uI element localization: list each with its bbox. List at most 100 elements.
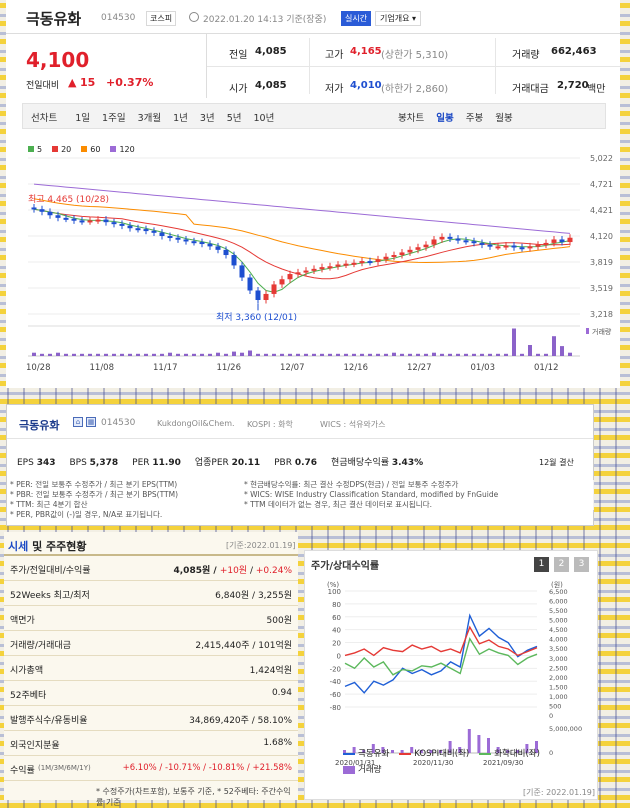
row-label: 52주베타 bbox=[10, 691, 47, 701]
y-tick-label: 3,519 bbox=[590, 284, 613, 293]
candle bbox=[471, 241, 477, 244]
metric-key: 업종PER bbox=[194, 458, 232, 468]
candle bbox=[231, 255, 237, 266]
candle bbox=[47, 211, 53, 216]
row-value: +6.10% / -10.71% / -10.81% / +21.58% bbox=[122, 763, 292, 773]
candle bbox=[359, 261, 365, 264]
candle bbox=[55, 215, 61, 218]
candle bbox=[567, 237, 573, 243]
chart-type-tab[interactable]: 월봉 bbox=[495, 113, 512, 124]
metric-key: PBR bbox=[274, 458, 295, 468]
note-right: * 현금배당수익률: 최근 결산 수정DPS(현금) / 전일 보통주 수정주가 bbox=[244, 480, 459, 489]
right-tick: 4,000 bbox=[549, 636, 568, 644]
candle bbox=[183, 239, 189, 242]
volume-bar bbox=[472, 353, 476, 356]
chart-tab-bar: 선차트 1일 1주일 3개월 1년 3년 5년 10년 봉차트 일봉 주봉 월봉 bbox=[22, 103, 606, 129]
volume-bar bbox=[96, 353, 100, 356]
volume-bar bbox=[560, 346, 564, 356]
row-value: 34,869,420주 / 58.10% bbox=[189, 716, 292, 726]
table-row: 거래량/거래대금 2,415,440주 / 101억원 bbox=[4, 631, 298, 656]
volume-bar bbox=[256, 353, 260, 356]
row-label: 외국인지분율 bbox=[10, 741, 60, 751]
prev-value: 4,085 bbox=[255, 46, 287, 57]
volume-bar bbox=[104, 353, 108, 356]
note-right: * TTM 데이터가 없는 경우, 최근 결산 데이터로 표시됩니다. bbox=[244, 500, 432, 509]
period-tab[interactable]: 1년 bbox=[173, 113, 188, 124]
right-tick: 3,000 bbox=[549, 655, 568, 663]
row-label: 주가/전일대비/수익률 bbox=[10, 566, 91, 576]
volume-bar bbox=[168, 352, 172, 356]
volume-bar bbox=[320, 353, 324, 356]
volume-bar bbox=[136, 353, 140, 356]
rel-tab[interactable]: 3 bbox=[574, 557, 589, 572]
x-tick-label: 11/26 bbox=[217, 363, 242, 373]
open-label: 시가 bbox=[229, 84, 248, 95]
right-tick: 5,500 bbox=[549, 607, 568, 615]
right-tick: 4,500 bbox=[549, 626, 568, 634]
period-tab[interactable]: 10년 bbox=[253, 113, 274, 124]
volume-bar bbox=[184, 353, 188, 356]
candle bbox=[335, 264, 341, 267]
period-tab[interactable]: 선차트 bbox=[31, 113, 57, 124]
candle bbox=[111, 222, 117, 225]
period-tab[interactable]: 1주일 bbox=[102, 113, 126, 124]
metric-key: 현금배당수익률 bbox=[331, 458, 392, 468]
rel-tab[interactable]: 2 bbox=[554, 557, 569, 572]
rel-legend-swatch bbox=[343, 765, 355, 774]
change-label: 전일대비 bbox=[26, 81, 60, 91]
chart-type-tab[interactable]: 일봉 bbox=[436, 113, 453, 124]
row-value: 1.68% bbox=[263, 738, 292, 748]
candle bbox=[447, 236, 453, 239]
clock-icon bbox=[189, 12, 199, 22]
candle bbox=[39, 209, 45, 212]
rel-tab[interactable]: 1 bbox=[534, 557, 549, 572]
company-name: 극동유화 bbox=[19, 419, 60, 432]
metric-key: EPS bbox=[17, 458, 37, 468]
right-tick: 2,000 bbox=[549, 674, 568, 682]
metrics-row: EPS 343 BPS 5,378 PER 11.90 업종PER 20.11 PBR … bbox=[17, 455, 437, 468]
volume-bar bbox=[160, 353, 164, 356]
volume-bar bbox=[448, 353, 452, 356]
company-wics: WICS : 석유와가스 bbox=[320, 420, 386, 429]
volume-bar bbox=[568, 352, 572, 356]
stock-header: 극동유화 014530 코스피 2022.01.20 14:13 기준(장중) … bbox=[6, 0, 620, 34]
realtime-badge[interactable]: 실시간 bbox=[341, 11, 372, 26]
x-tick-label: 01/03 bbox=[471, 363, 496, 373]
x-tick-label: 12/16 bbox=[344, 363, 369, 373]
table-row: 52Weeks 최고/최저 6,840원 / 3,255원 bbox=[4, 581, 298, 606]
chart-type-tab[interactable]: 주봉 bbox=[466, 113, 483, 124]
volume-bar bbox=[480, 353, 484, 356]
volume-bar bbox=[384, 353, 388, 356]
volume-bar bbox=[432, 352, 436, 356]
x-tick-label: 11/17 bbox=[153, 363, 178, 373]
row-label: 시가총액 bbox=[10, 666, 44, 676]
period-tab[interactable]: 3개월 bbox=[138, 113, 162, 124]
row-label: 수익률 bbox=[10, 766, 35, 776]
period-tab[interactable]: 1일 bbox=[75, 113, 90, 124]
building-icon[interactable]: ▦ bbox=[86, 417, 96, 427]
period-tab[interactable]: 5년 bbox=[227, 113, 242, 124]
overview-button[interactable]: 기업개요 ▾ bbox=[375, 11, 421, 26]
home-icon[interactable]: ⌂ bbox=[73, 417, 83, 427]
volume-bar bbox=[280, 353, 284, 356]
right-tick: 1,000 bbox=[549, 693, 568, 701]
change-pct: +0.37% bbox=[106, 76, 154, 89]
chart-type-tab[interactable]: 봉차트 bbox=[398, 113, 424, 124]
volume-bar bbox=[144, 353, 148, 356]
relative-chart-panel: 주가/상대수익률 123 (%) (원) 100 80 60 40 20 0 -20 -40 -60… bbox=[304, 550, 598, 800]
company-code: 014530 bbox=[101, 418, 136, 428]
rel-legend-swatch bbox=[479, 752, 492, 755]
volume-bar bbox=[416, 353, 420, 356]
volume-bar bbox=[48, 353, 52, 356]
candle bbox=[519, 247, 525, 250]
rel-date: [기준: 2022.01.19] bbox=[523, 788, 596, 797]
table-title: 시세 및 주주현황 bbox=[8, 540, 87, 553]
price-table-panel: 시세 및 주주현황 [기준:2022.01.19] 주가/전일대비/수익률 4,0… bbox=[4, 532, 298, 807]
candle bbox=[407, 249, 413, 253]
volume-bar bbox=[232, 351, 236, 356]
notes: * PER: 전일 보통주 수정주가 / 최근 분기 EPS(TTM) * PBR… bbox=[6, 480, 594, 524]
volume-bar bbox=[544, 353, 548, 356]
period-tab[interactable]: 3년 bbox=[200, 113, 215, 124]
rel-tabs: 123 bbox=[529, 557, 589, 572]
y-tick-label: 4,120 bbox=[590, 232, 613, 241]
